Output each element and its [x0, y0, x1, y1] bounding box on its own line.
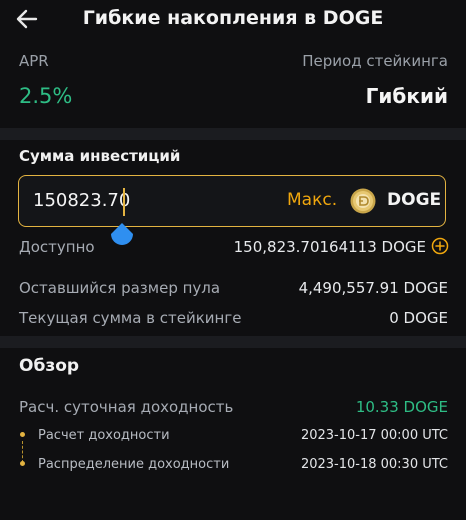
investment-section-title: Сумма инвестиций [19, 147, 181, 165]
yield-calculation-time: 2023-10-17 00:00 UTC [300, 428, 448, 443]
plus-circle-icon[interactable] [431, 237, 449, 255]
staking-amount-label: Текущая сумма в стейкинге [19, 309, 242, 327]
section-divider [0, 336, 466, 348]
available-value: 150,823.70164113 DOGE [233, 238, 426, 256]
overview-title: Обзор [19, 356, 80, 376]
yield-distribution-time: 2023-10-18 00:30 UTC [300, 457, 448, 472]
pool-size-label: Оставшийся размер пула [19, 279, 221, 297]
available-label: Доступно [19, 238, 95, 256]
amount-value[interactable]: 150823.70 [33, 190, 130, 211]
timeline-connector [22, 441, 23, 463]
doge-coin-icon [350, 188, 376, 214]
page-title: Гибкие накопления в DOGE [82, 7, 384, 29]
yield-distribution-label: Распределение доходности [38, 457, 230, 472]
coin-name: DOGE [387, 190, 442, 210]
amount-input[interactable]: 150823.70 Макс. DOGE [18, 175, 446, 227]
staking-period-label: Период стейкинга [302, 52, 448, 70]
staking-period-value: Гибкий [365, 84, 448, 108]
daily-yield-value: 10.33 DOGE [355, 398, 448, 416]
timeline-dot [20, 461, 25, 466]
section-divider [0, 128, 466, 140]
staking-amount-value: 0 DOGE [389, 309, 448, 327]
daily-yield-label: Расч. суточная доходность [19, 398, 234, 416]
timeline-dot [20, 432, 25, 437]
cursor-handle-icon[interactable] [109, 222, 135, 248]
apr-value: 2.5% [19, 84, 73, 108]
header: Гибкие накопления в DOGE [0, 0, 466, 40]
apr-label: APR [19, 52, 49, 70]
pool-size-value: 4,490,557.91 DOGE [298, 279, 448, 297]
yield-calculation-label: Расчет доходности [38, 428, 170, 443]
max-button[interactable]: Макс. [287, 190, 337, 210]
text-caret [123, 188, 125, 216]
